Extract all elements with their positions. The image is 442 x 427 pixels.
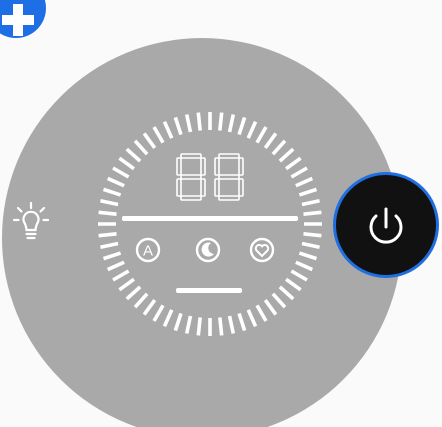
dial-tick (255, 304, 268, 322)
dial-tick (184, 114, 193, 133)
dial-tick (237, 312, 247, 332)
display-segment (180, 174, 202, 180)
dial-tick (301, 241, 320, 250)
display-segment (180, 153, 202, 159)
dial-tick (284, 277, 302, 292)
dial-tick (142, 132, 157, 150)
dial-tick (295, 260, 314, 272)
dial-tick (173, 116, 183, 136)
dial-tick (246, 309, 258, 328)
speed-dial: 88 A (98, 112, 322, 336)
dial-tick (162, 309, 174, 328)
dial-tick (173, 312, 183, 332)
mode-sleep-button[interactable] (195, 237, 221, 263)
mode-auto-button[interactable]: A (135, 237, 161, 263)
display-segment (238, 178, 244, 197)
dial-tick (106, 260, 125, 272)
dial-tick (263, 132, 278, 150)
dial-tick (295, 176, 314, 188)
dial-tick (133, 292, 149, 309)
dial-tick (263, 298, 278, 316)
dial-tick (118, 156, 136, 171)
timer-display (176, 153, 244, 201)
dial-tick (290, 166, 308, 179)
dial-tick (246, 120, 258, 139)
power-icon (369, 207, 403, 244)
dial-tick (106, 176, 125, 188)
dial-tick (125, 285, 142, 301)
display-segment (200, 178, 206, 197)
dial-tick (271, 139, 287, 156)
dial-ticks (98, 112, 322, 336)
dial-tick (298, 187, 318, 197)
dial-tick (271, 292, 287, 309)
dial-tick (162, 120, 174, 139)
dial-tick (218, 112, 224, 131)
dial-tick (98, 232, 117, 238)
dial-tick (237, 116, 247, 136)
mode-auto-label: A (143, 243, 153, 260)
plus-icon (2, 4, 34, 36)
dial-tick (152, 304, 165, 322)
moon-icon (201, 242, 214, 257)
dial-tick (218, 317, 224, 336)
fan-level-bar (176, 288, 242, 293)
dial-tick (196, 317, 202, 336)
dial-tick (112, 166, 130, 179)
dial-tick (227, 114, 236, 133)
dial-tick (303, 232, 322, 238)
divider-line (122, 216, 298, 221)
display-segment (214, 157, 220, 176)
dial-tick (152, 126, 165, 144)
light-bulb-icon (12, 201, 50, 240)
display-segment (214, 178, 220, 197)
light-toggle[interactable] (12, 200, 50, 244)
dial-tick (184, 315, 193, 334)
heart-icon (254, 243, 270, 258)
display-segment (238, 157, 244, 176)
dial-tick (100, 198, 119, 207)
dial-tick (142, 298, 157, 316)
display-segment (176, 178, 182, 197)
dial-tick (301, 198, 320, 207)
display-segment (176, 157, 182, 176)
purifier-control-screen: 88 A (0, 0, 442, 427)
dial-tick (112, 269, 130, 282)
display-segment (218, 153, 240, 159)
dial-tick (255, 126, 268, 144)
dial-tick (102, 251, 122, 261)
dial-tick (125, 147, 142, 163)
dial-tick (303, 210, 322, 216)
dial-tick (133, 139, 149, 156)
dial-tick (298, 251, 318, 261)
dial-tick (196, 112, 202, 131)
display-segment (200, 157, 206, 176)
display-segment (218, 174, 240, 180)
display-segment (218, 195, 240, 201)
dial-tick (278, 147, 295, 163)
add-button[interactable] (0, 0, 46, 38)
dial-tick (98, 210, 117, 216)
dial-tick (227, 315, 236, 334)
dial-tick (284, 156, 302, 171)
display-segment (180, 195, 202, 201)
dial-tick (118, 277, 136, 292)
dial-tick (102, 187, 122, 197)
power-button[interactable] (333, 172, 439, 278)
mode-favorite-button[interactable] (249, 237, 275, 263)
dial-tick (290, 269, 308, 282)
dial-tick (100, 241, 119, 250)
dial-tick (278, 285, 295, 301)
